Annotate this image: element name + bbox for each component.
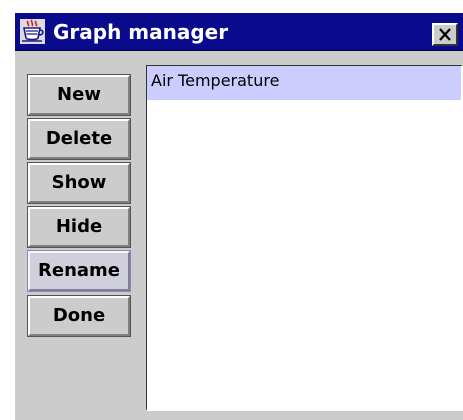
graph-manager-window: Graph manager New Delete Show Hide Rename Don…: [14, 12, 463, 420]
show-button[interactable]: Show: [27, 162, 131, 204]
rename-button[interactable]: Rename: [27, 250, 131, 292]
close-button[interactable]: [432, 23, 458, 46]
list-item[interactable]: Air Temperature: [147, 66, 461, 100]
java-coffee-cup-icon: [20, 19, 45, 44]
hide-button[interactable]: Hide: [27, 206, 131, 248]
new-button[interactable]: New: [27, 74, 131, 116]
title-bar[interactable]: Graph manager: [15, 13, 463, 51]
graph-list[interactable]: Air Temperature: [146, 65, 463, 411]
window-title: Graph manager: [53, 20, 229, 44]
delete-button[interactable]: Delete: [27, 118, 131, 160]
done-button[interactable]: Done: [27, 295, 131, 337]
